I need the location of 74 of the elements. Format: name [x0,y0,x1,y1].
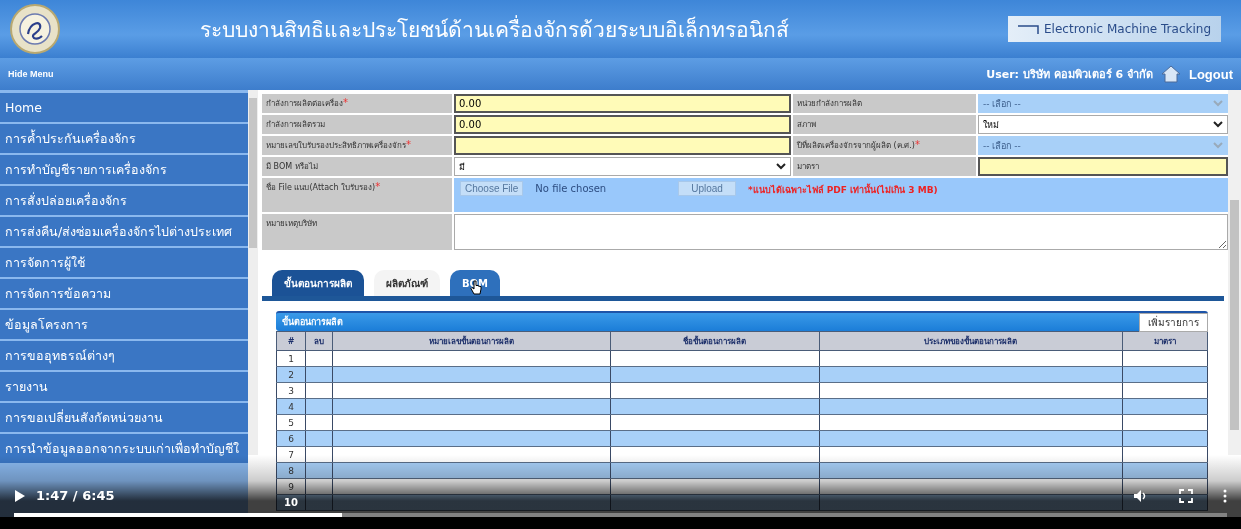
dropdown[interactable]: ใหม่ [978,115,1228,134]
tab[interactable]: ขั้นตอนการผลิต [272,270,364,296]
play-icon[interactable] [14,488,26,503]
field-label: หน่วยกำลังการผลิต [797,99,862,108]
sidebar-item[interactable]: รายงาน [0,372,248,401]
panel-title: ขั้นตอนการผลิต [281,315,343,329]
column-header: ประเภทของขั้นตอนการผลิต [819,331,1123,351]
input-field[interactable]: 0.00 [454,115,791,134]
chevron-icon [1213,121,1223,128]
row-number: 10 [284,497,298,508]
video-progress-bar[interactable] [14,513,1227,517]
row-number: 5 [288,417,294,428]
chevron-icon [1213,100,1223,107]
chevron-icon [776,163,786,170]
line-icon [1018,24,1041,34]
scrollbar[interactable] [248,90,258,455]
required-mark: * [375,181,381,192]
home-icon[interactable] [1160,65,1181,83]
system-title: ระบบงานสิทธิและประโยชน์ด้านเครื่องจักรด้วยระบบอิเล็กทรอนิกส์ [198,14,790,44]
row-number: 7 [288,449,294,460]
fullscreen-icon[interactable] [1179,488,1193,503]
row-number: 3 [288,385,294,396]
row-number: 6 [288,433,294,444]
choose-file-button[interactable]: Choose File [460,181,524,196]
file-note: *แนบได้เฉพาะไฟล์ PDF เท่านั้น(ไม่เกิน 3 MB) [747,182,938,197]
field-label: หมายเหตุบริษัท [266,219,317,228]
sidebar-item[interactable]: Home [0,93,248,122]
column-header: ชื่อขั้นตอนการผลิต [610,331,820,351]
row-number: 9 [288,481,294,492]
input-field[interactable] [454,136,791,155]
row-number: 1 [288,353,294,364]
row-number: 8 [288,465,294,476]
hide-menu-link[interactable]: Hide Menu [8,69,54,79]
input-field[interactable]: 0.00 [454,94,791,113]
dropdown[interactable]: มี [454,157,791,176]
logout-link[interactable]: Logout [1188,66,1233,82]
field-label: หมายเลขใบรับรองประสิทธิภาพเครื่องจักร [266,141,406,150]
sidebar-item[interactable]: การนำข้อมูลออกจากระบบเก่าเพื่อทำบัญชีใ [0,434,248,463]
row-number: 2 [288,369,294,380]
field-label: กำลังการผลิตรวม [266,120,325,129]
tab[interactable]: ผลิตภัณฑ์ [374,270,440,296]
column-header: ลบ [305,331,333,351]
input-field[interactable] [978,157,1228,176]
sidebar-item[interactable]: การจัดการข้อความ [0,279,248,308]
field-label: มี BOM หรือไม่ [266,162,318,171]
field-label: ชื่อ File แนบ(Attach ใบรับรอง) [266,183,376,192]
sidebar-item[interactable]: การสั่งปล่อยเครื่องจักร [0,186,248,215]
video-time: 1:47 / 6:45 [36,488,115,503]
sidebar-item[interactable]: การค้ำประกันเครื่องจักร [0,124,248,153]
sidebar-item[interactable]: การขอเปลี่ยนสังกัดหน่วยงาน [0,403,248,432]
required-mark: * [406,139,411,150]
field-label: มาตรา [797,162,819,171]
sidebar-item[interactable]: ข้อมูลโครงการ [0,310,248,339]
chevron-icon [1213,142,1223,149]
more-icon[interactable] [1223,488,1227,503]
file-status: No file chosen [535,182,607,194]
field-label: สภาพ [797,120,816,129]
logo-icon [10,4,60,54]
field-label: ปีที่ผลิตเครื่องจักรจากผู้ผลิต (ค.ศ.) [797,141,915,150]
brand-text: Electronic Machine Tracking [1044,22,1211,36]
remarks-field[interactable] [454,214,1228,250]
column-header: หมายเลขขั้นตอนการผลิต [332,331,611,351]
user-label: User: บริษัท คอมพิวเตอร์ 6 จำกัด [986,67,1153,83]
required-mark: * [343,97,348,108]
scrollbar[interactable] [1228,90,1241,455]
sidebar-item[interactable]: การทำบัญชีรายการเครื่องจักร [0,155,248,184]
field-label: กำลังการผลิตต่อเครื่อง [266,99,343,108]
add-item-button[interactable]: เพิ่มรายการ [1139,312,1208,332]
column-header: # [276,331,306,351]
upload-button[interactable]: Upload [678,181,736,196]
sidebar-item[interactable]: การส่งคืน/ส่งซ่อมเครื่องจักรไปต่างประเทศ [0,217,248,246]
row-number: 4 [288,401,294,412]
sidebar-item[interactable]: การขออุทธรณ์ต่างๆ [0,341,248,370]
sidebar-item[interactable]: การจัดการผู้ใช้ [0,248,248,277]
